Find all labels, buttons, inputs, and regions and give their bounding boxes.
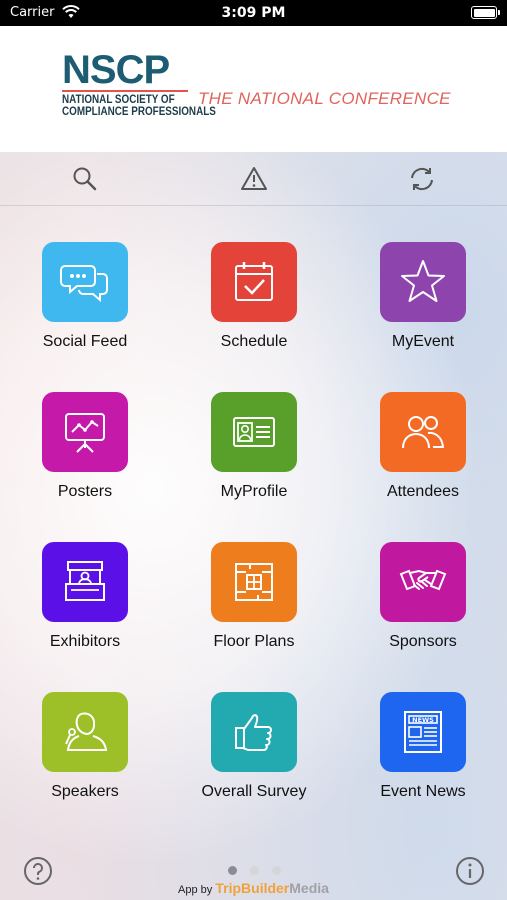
- booth-icon: [42, 542, 128, 622]
- tile-floor-plans[interactable]: Floor Plans: [173, 542, 333, 672]
- tile-label: Social Feed: [42, 333, 128, 350]
- speaker-icon: [42, 692, 128, 772]
- header: NSCP NATIONAL SOCIETY OF COMPLIANCE PROF…: [0, 26, 507, 152]
- tile-label: Sponsors: [389, 633, 457, 650]
- chat-bubbles-icon: [42, 242, 128, 322]
- tile-label: Event News: [380, 783, 466, 800]
- credit-brand-part1: TripBuilder: [215, 880, 290, 896]
- tile-schedule[interactable]: Schedule: [173, 242, 333, 372]
- tile-event-news[interactable]: NEWS Event News: [342, 692, 502, 822]
- handshake-icon: [380, 542, 466, 622]
- tile-label: Schedule: [220, 333, 288, 350]
- conference-tagline: THE NATIONAL CONFERENCE: [198, 89, 451, 108]
- page-dot-1[interactable]: [228, 866, 237, 875]
- nscp-logo: NSCP NATIONAL SOCIETY OF COMPLIANCE PROF…: [62, 48, 216, 118]
- tile-label: MyEvent: [391, 333, 455, 350]
- logo-line1: NATIONAL SOCIETY OF: [62, 94, 175, 106]
- status-bar: Carrier 3:09 PM: [0, 0, 507, 26]
- tile-myevent[interactable]: MyEvent: [342, 242, 502, 372]
- tile-label: Floor Plans: [213, 633, 295, 650]
- page-indicator[interactable]: [228, 866, 284, 876]
- id-card-icon: [211, 392, 297, 472]
- footer-credit: App by TripBuilderMedia: [0, 880, 507, 896]
- tile-attendees[interactable]: Attendees: [342, 392, 502, 522]
- floor-plan-icon: [211, 542, 297, 622]
- logo-line2: COMPLIANCE PROFESSIONALS: [62, 106, 216, 118]
- people-icon: [380, 392, 466, 472]
- tile-label: Overall Survey: [201, 783, 307, 800]
- toolbar: [0, 152, 507, 206]
- main-area: Social Feed Schedule MyEvent Posters MyP…: [0, 152, 507, 900]
- tile-label: Posters: [57, 483, 113, 500]
- page-dot-3[interactable]: [272, 866, 281, 875]
- tile-social-feed[interactable]: Social Feed: [4, 242, 164, 372]
- thumbs-up-icon: [211, 692, 297, 772]
- presentation-icon: [42, 392, 128, 472]
- clock: 3:09 PM: [221, 5, 286, 21]
- tile-label: Attendees: [386, 483, 460, 500]
- tile-label: Exhibitors: [49, 633, 121, 650]
- logo-wordmark: NSCP: [62, 48, 170, 92]
- search-icon[interactable]: [71, 165, 99, 193]
- calendar-icon: [211, 242, 297, 322]
- tile-sponsors[interactable]: Sponsors: [342, 542, 502, 672]
- credit-prefix: App by: [178, 884, 213, 896]
- tile-label: Speakers: [51, 783, 119, 800]
- tile-label: MyProfile: [220, 483, 288, 500]
- credit-brand-part2: Media: [289, 880, 329, 896]
- tile-exhibitors[interactable]: Exhibitors: [4, 542, 164, 672]
- newspaper-icon: NEWS: [380, 692, 466, 772]
- refresh-icon[interactable]: [408, 165, 436, 193]
- tile-speakers[interactable]: Speakers: [4, 692, 164, 822]
- tile-myprofile[interactable]: MyProfile: [173, 392, 333, 522]
- svg-text:NEWS: NEWS: [412, 716, 434, 724]
- tile-overall-survey[interactable]: Overall Survey: [173, 692, 333, 822]
- battery-icon: [471, 6, 500, 19]
- tile-posters[interactable]: Posters: [4, 392, 164, 522]
- alert-icon[interactable]: [240, 165, 268, 193]
- star-icon: [380, 242, 466, 322]
- page-dot-2[interactable]: [250, 866, 259, 875]
